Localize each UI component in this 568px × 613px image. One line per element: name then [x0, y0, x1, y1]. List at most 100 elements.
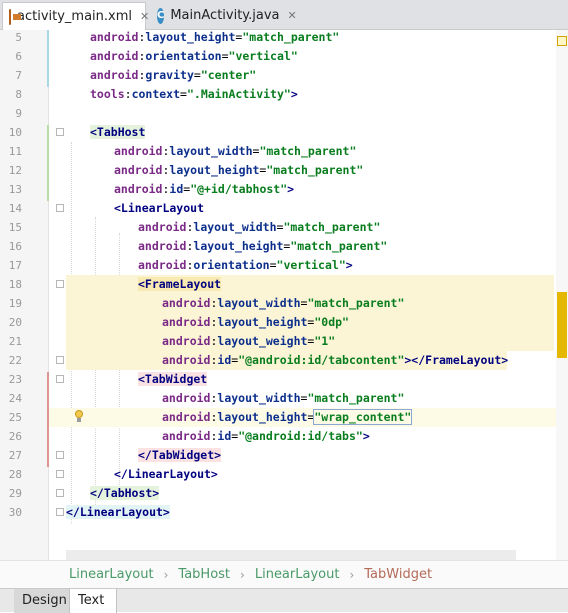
code-line[interactable]: 29 </TabHost> [0, 484, 568, 503]
line-number: 16 [8, 240, 22, 253]
line-number: 28 [8, 468, 22, 481]
xml-tag: <TabHost [90, 125, 146, 139]
attribute-name: layout_width [169, 144, 253, 158]
tab-design[interactable]: Design [14, 589, 76, 613]
xml-tag: > [362, 429, 370, 443]
namespace-prefix: android [162, 429, 211, 443]
line-number: 21 [8, 335, 22, 348]
attribute-name: layout_height [217, 410, 308, 424]
line-number: 17 [8, 259, 22, 272]
namespace-prefix: android [90, 68, 139, 82]
scroll-highlight-marker[interactable] [557, 292, 567, 358]
code-line[interactable]: 14 <LinearLayout [0, 199, 568, 218]
breadcrumb-item[interactable]: TabWidget [364, 567, 432, 582]
code-line[interactable]: 7 android:gravity="center" [0, 66, 568, 85]
attribute-value: "@android:id/tabs" [238, 429, 363, 443]
tab-main-activity-java[interactable]: C MainActivity.java ✕ [151, 2, 297, 29]
namespace-prefix: android [114, 163, 163, 177]
code-line[interactable]: 17 android:orientation="vertical"> [0, 256, 568, 275]
attribute-name: gravity [145, 68, 194, 82]
xml-tag: > [345, 258, 353, 272]
code-line[interactable]: 19 android:layout_width="match_parent" [0, 294, 568, 313]
code-line[interactable]: 16 android:layout_height="match_parent" [0, 237, 568, 256]
code-text: android:layout_width="match_parent" [66, 218, 568, 237]
editor-mode-tabs: Design Text [0, 588, 568, 613]
code-line[interactable]: 11 android:layout_width="match_parent" [0, 142, 568, 161]
attribute-value: "center" [200, 68, 257, 82]
code-line[interactable]: 12 android:layout_height="match_parent" [0, 161, 568, 180]
fold-toggle-icon[interactable] [56, 280, 64, 288]
code-text: </LinearLayout> [66, 503, 568, 522]
code-line[interactable]: 21 android:layout_weight="1" [0, 332, 568, 351]
fold-toggle-icon[interactable] [56, 375, 64, 383]
attribute-value: "wrap_content" [313, 409, 413, 425]
breadcrumb-item[interactable]: LinearLayout [69, 567, 154, 582]
line-number: 22 [8, 354, 22, 367]
code-line[interactable]: 27 </TabWidget> [0, 446, 568, 465]
fold-toggle-icon[interactable] [56, 204, 64, 212]
code-line[interactable]: 5 android:layout_height="match_parent" [0, 28, 568, 47]
code-line[interactable]: 25 android:layout_height="wrap_content" [0, 408, 568, 427]
code-line[interactable]: 15 android:layout_width="match_parent" [0, 218, 568, 237]
fold-toggle-icon[interactable] [56, 508, 64, 516]
code-text: <LinearLayout [66, 199, 568, 218]
namespace-prefix: android [162, 334, 211, 348]
code-line[interactable]: 22 android:id="@android:id/tabcontent"></… [0, 351, 568, 370]
code-line[interactable]: 9 [0, 104, 568, 123]
attribute-name: orientation [193, 258, 270, 272]
code-line[interactable]: 30 </LinearLayout> [0, 503, 568, 522]
code-text: android:layout_width="match_parent" [66, 142, 568, 161]
namespace-prefix: android [162, 410, 211, 424]
code-line[interactable]: 24 android:layout_width="match_parent" [0, 389, 568, 408]
namespace-prefix: android [162, 391, 211, 405]
attribute-name: layout_width [217, 296, 301, 310]
code-line[interactable]: 18 <FrameLayout [0, 275, 568, 294]
line-number: 15 [8, 221, 22, 234]
fold-toggle-icon[interactable] [56, 489, 64, 497]
code-text: android:orientation="vertical"> [66, 256, 568, 275]
fold-toggle-icon[interactable] [56, 451, 64, 459]
line-number: 13 [8, 183, 22, 196]
xml-file-icon [9, 8, 21, 25]
namespace-prefix: android [138, 258, 187, 272]
line-number: 23 [8, 373, 22, 386]
attribute-name: layout_height [217, 315, 308, 329]
code-line[interactable]: 20 android:layout_height="0dp" [0, 313, 568, 332]
code-line[interactable]: 10 <TabHost [0, 123, 568, 142]
code-text: android:id="@android:id/tabs"> [66, 427, 568, 446]
attribute-name: context [131, 87, 181, 101]
punctuation: : [124, 87, 132, 101]
breadcrumb-item[interactable]: TabHost [178, 567, 230, 582]
code-line[interactable]: 23 <TabWidget [0, 370, 568, 389]
attribute-value: "0dp" [314, 315, 349, 329]
code-line[interactable]: 13 android:id="@+id/tabhost"> [0, 180, 568, 199]
tab-activity-main-xml[interactable]: activity_main.xml ✕ [2, 2, 149, 30]
breadcrumb-item[interactable]: LinearLayout [255, 567, 340, 582]
close-icon[interactable]: ✕ [288, 9, 297, 22]
code-line[interactable]: 26 android:id="@android:id/tabs"> [0, 427, 568, 446]
horizontal-scrollbar[interactable] [66, 550, 516, 560]
attribute-name: layout_width [217, 391, 301, 405]
code-line[interactable]: 6 android:orientation="vertical" [0, 47, 568, 66]
fold-toggle-icon[interactable] [56, 470, 64, 478]
line-number: 24 [8, 392, 22, 405]
line-number: 18 [8, 278, 22, 291]
code-text: <FrameLayout [66, 275, 568, 294]
namespace-prefix: android [138, 220, 187, 234]
code-line[interactable]: 28 </LinearLayout> [0, 465, 568, 484]
code-text: android:gravity="center" [66, 66, 568, 85]
inspection-status-icon[interactable] [557, 36, 567, 46]
code-text: android:layout_weight="1" [66, 332, 568, 351]
line-number: 29 [8, 487, 22, 500]
xml-tag: <TabWidget [138, 372, 208, 386]
close-icon[interactable]: ✕ [140, 10, 149, 23]
fold-toggle-icon[interactable] [56, 128, 64, 136]
vertical-scrollbar[interactable] [556, 30, 568, 560]
code-line[interactable]: 8 tools:context=".MainActivity"> [0, 85, 568, 104]
tab-text[interactable]: Text [69, 589, 117, 613]
line-number: 30 [8, 506, 22, 519]
line-number: 6 [15, 50, 22, 63]
fold-toggle-icon[interactable] [56, 356, 64, 364]
code-editor[interactable]: 5 android:layout_height="match_parent" 6 an… [0, 30, 568, 560]
namespace-prefix: android [114, 182, 163, 196]
